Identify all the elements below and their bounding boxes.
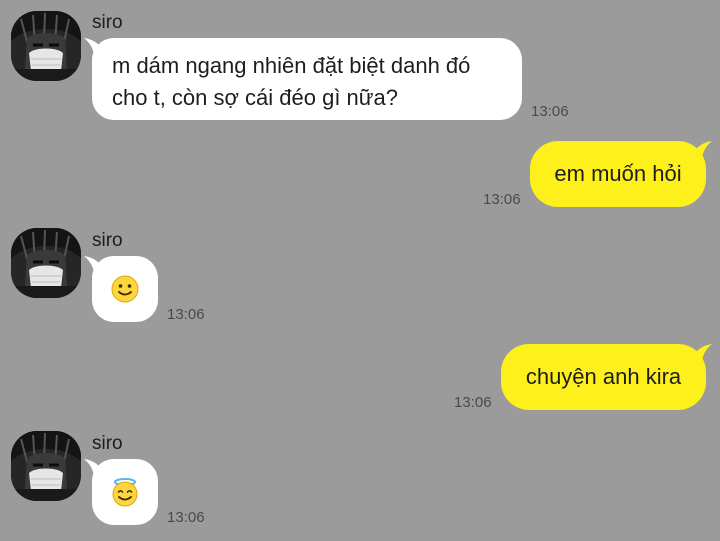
slightly-smiling-face-emoji: [110, 274, 140, 304]
bubble-tail: [692, 141, 712, 161]
smiling-face-with-halo-emoji: [110, 477, 140, 507]
message-time: 13:06: [454, 394, 492, 411]
avatar[interactable]: [11, 431, 81, 501]
message-bubble-outgoing[interactable]: chuyện anh kira: [501, 344, 706, 410]
avatar[interactable]: [11, 11, 81, 81]
avatar[interactable]: [11, 228, 81, 298]
message-text: em muốn hỏi: [554, 161, 682, 186]
message-time: 13:06: [483, 191, 521, 208]
sender-name: siro: [92, 230, 123, 251]
message-time: 13:06: [531, 103, 569, 120]
message-time: 13:06: [167, 306, 205, 323]
message-time: 13:06: [167, 509, 205, 526]
message-text: chuyện anh kira: [525, 364, 682, 389]
bubble-tail: [84, 256, 104, 276]
message-text: m dám ngang nhiên đặt biệt danh đó cho t…: [112, 53, 471, 110]
bubble-tail: [84, 459, 104, 479]
message-bubble-outgoing[interactable]: em muốn hỏi: [530, 141, 706, 207]
sender-name: siro: [92, 433, 123, 454]
message-bubble-incoming[interactable]: m dám ngang nhiên đặt biệt danh đó cho t…: [92, 38, 522, 120]
sender-name: siro: [92, 12, 123, 33]
bubble-tail: [692, 344, 712, 364]
bubble-tail: [84, 38, 104, 58]
